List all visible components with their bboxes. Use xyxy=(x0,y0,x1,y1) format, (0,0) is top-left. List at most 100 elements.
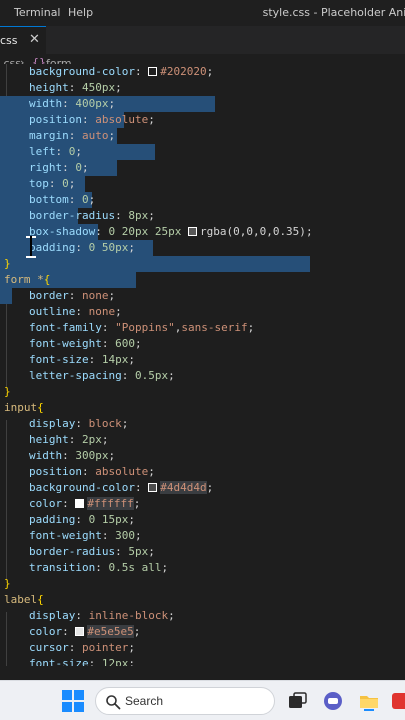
code-line[interactable]: background-color: #202020; xyxy=(0,64,405,112)
code-line[interactable]: background-color: #4d4d4d; xyxy=(0,480,405,496)
css-property: color xyxy=(29,625,63,638)
css-value: block xyxy=(88,417,122,430)
text-cursor-icon xyxy=(26,236,36,258)
tab-style-css[interactable]: css ✕ xyxy=(0,26,46,54)
code-line[interactable]: display: inline-block; xyxy=(0,608,405,624)
code-line[interactable]: font-weight: 600; xyxy=(0,336,405,352)
css-property: width xyxy=(29,449,63,462)
css-property: display xyxy=(29,417,76,430)
code-line[interactable]: font-size: 14px; xyxy=(0,352,405,368)
code-line[interactable]: } xyxy=(0,576,405,592)
css-value: 450px xyxy=(82,81,116,94)
css-property: cursor xyxy=(29,641,69,654)
code-line[interactable]: color: #e5e5e5; xyxy=(0,624,405,640)
chat-icon[interactable] xyxy=(322,690,344,712)
color-swatch[interactable] xyxy=(75,499,85,508)
file-explorer-icon[interactable] xyxy=(358,690,380,712)
color-swatch[interactable] xyxy=(148,483,158,492)
app-icon[interactable] xyxy=(392,690,405,712)
code-line[interactable]: position: absolute; xyxy=(0,464,405,480)
code-line[interactable]: position: absolute; xyxy=(0,112,405,160)
code-line[interactable]: top: 0; xyxy=(0,176,405,224)
css-value: pointer xyxy=(82,641,129,654)
closing-brace: } xyxy=(4,257,11,270)
code-line[interactable]: border-radius: 5px; xyxy=(0,544,405,560)
css-value: 400px xyxy=(75,97,109,110)
opening-brace: { xyxy=(37,593,44,606)
code-line[interactable]: right: 0; xyxy=(0,160,405,208)
code-line[interactable]: outline: none; xyxy=(0,304,405,320)
code-line[interactable]: width: 400px; xyxy=(0,96,405,144)
task-view-icon[interactable] xyxy=(286,690,308,712)
css-value: 8px xyxy=(128,209,149,222)
css-value: #4d4d4d xyxy=(160,481,207,494)
css-value: 0.5px xyxy=(134,369,169,382)
closing-brace: } xyxy=(4,577,11,590)
tab-label: css xyxy=(0,34,18,47)
code-line[interactable]: left: 0; xyxy=(0,144,405,192)
code-line[interactable]: box-shadow: 0 20px 25px rgba(0,0,0,0.35)… xyxy=(0,224,405,272)
code-line[interactable]: height: 450px; xyxy=(0,80,405,128)
code-line[interactable]: form *{ xyxy=(0,272,405,288)
code-line[interactable]: font-family: "Poppins",sans-serif; xyxy=(0,320,405,336)
code-editor[interactable]: background-color: #202020; height: 450px… xyxy=(0,64,405,666)
css-property: margin xyxy=(29,129,69,142)
css-property: border-radius xyxy=(29,545,116,558)
code-line[interactable]: letter-spacing: 0.5px; xyxy=(0,368,405,384)
css-property: border-radius xyxy=(29,209,116,222)
code-line[interactable]: font-size: 12px; xyxy=(0,656,405,666)
code-line[interactable]: cursor: pointer; xyxy=(0,640,405,656)
color-swatch[interactable] xyxy=(148,67,158,76)
code-line[interactable]: font-weight: 300; xyxy=(0,528,405,544)
code-line[interactable]: height: 2px; xyxy=(0,432,405,448)
css-property: letter-spacing xyxy=(29,369,122,382)
code-line[interactable]: } xyxy=(0,256,405,304)
css-selector: input xyxy=(4,401,38,414)
code-line[interactable]: transition: 0.5s all; xyxy=(0,560,405,576)
status-strip xyxy=(0,666,405,676)
window-title: style.css - Placeholder Anim xyxy=(262,6,405,19)
tab-bar: css ✕ xyxy=(0,26,405,54)
css-value: rgba(0,0,0,0.35) xyxy=(199,225,306,238)
code-line[interactable]: display: block; xyxy=(0,416,405,432)
menu-help[interactable]: Help xyxy=(68,6,93,19)
css-property: font-weight xyxy=(29,529,102,542)
css-value: 300px xyxy=(75,449,109,462)
windows-start-icon[interactable] xyxy=(62,690,84,712)
code-line[interactable]: margin: auto; xyxy=(0,128,405,176)
code-line[interactable]: color: #ffffff; xyxy=(0,496,405,512)
css-value: 0 xyxy=(62,177,69,190)
css-property: font-weight xyxy=(29,337,102,350)
css-property: box-shadow xyxy=(29,225,96,238)
css-property: background-color xyxy=(29,65,135,78)
code-line[interactable]: bottom: 0; xyxy=(0,192,405,240)
color-swatch[interactable] xyxy=(75,627,85,636)
css-value: none xyxy=(82,289,109,302)
css-value: 14px xyxy=(101,353,129,366)
code-line[interactable]: width: 300px; xyxy=(0,448,405,464)
css-property: top xyxy=(29,177,49,190)
code-line[interactable]: label{ xyxy=(0,592,405,608)
css-property: height xyxy=(29,81,69,94)
css-value: auto xyxy=(82,129,109,142)
code-line[interactable]: padding: 0 50px; xyxy=(0,240,405,288)
code-line[interactable]: border-radius: 8px; xyxy=(0,208,405,256)
code-line[interactable]: input{ xyxy=(0,400,405,416)
color-swatch[interactable] xyxy=(187,227,197,236)
css-value: absolute xyxy=(95,113,149,126)
code-line[interactable]: border: none; xyxy=(0,288,405,304)
css-property: height xyxy=(29,433,69,446)
css-value: 2px xyxy=(82,433,102,446)
css-property: bottom xyxy=(29,193,69,206)
css-value: 0 15px xyxy=(88,513,129,526)
close-icon[interactable]: ✕ xyxy=(29,32,40,47)
code-line[interactable]: padding: 0 15px; xyxy=(0,512,405,528)
menu-terminal[interactable]: Terminal xyxy=(14,6,61,19)
title-bar: Terminal Help style.css - Placeholder An… xyxy=(0,0,405,26)
css-value: 0.5s all xyxy=(108,561,162,574)
css-value: #ffffff xyxy=(87,497,134,510)
search-placeholder: Search xyxy=(125,694,164,708)
taskbar-search[interactable]: Search xyxy=(95,687,275,715)
code-line[interactable]: } xyxy=(0,384,405,400)
css-property: position xyxy=(29,113,82,126)
